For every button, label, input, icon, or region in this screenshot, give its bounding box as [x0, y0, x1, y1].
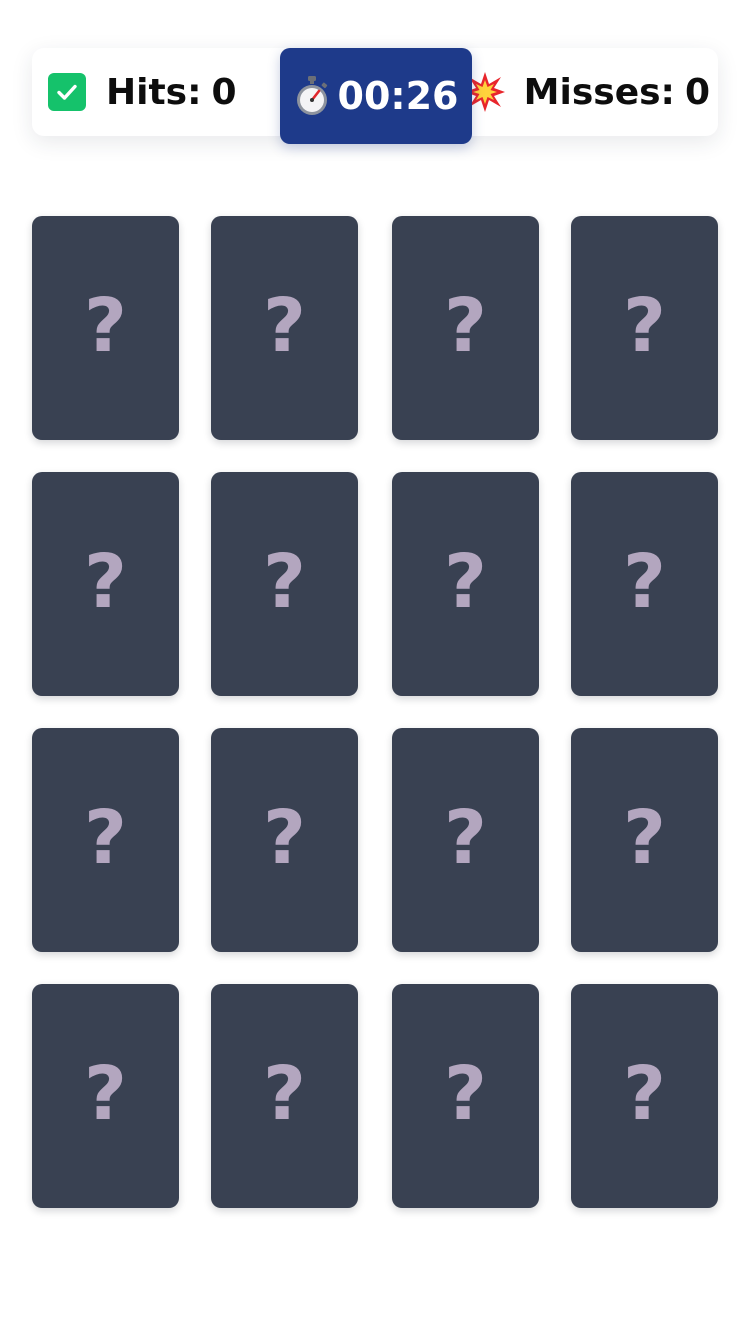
misses-counter: Misses: 0 [464, 48, 710, 136]
memory-card[interactable]: ? [392, 728, 539, 952]
memory-card[interactable]: ? [32, 728, 179, 952]
memory-card[interactable]: ? [392, 472, 539, 696]
question-mark-icon: ? [444, 283, 487, 369]
countdown-timer: 00:26 [280, 48, 472, 144]
memory-card[interactable]: ? [571, 984, 718, 1208]
question-mark-icon: ? [84, 795, 127, 881]
question-mark-icon: ? [84, 283, 127, 369]
question-mark-icon: ? [444, 795, 487, 881]
timer-value: 00:26 [337, 74, 459, 118]
question-mark-icon: ? [623, 1051, 666, 1137]
memory-card[interactable]: ? [571, 216, 718, 440]
question-mark-icon: ? [623, 283, 666, 369]
misses-value: 0 [684, 71, 710, 113]
memory-card[interactable]: ? [211, 472, 358, 696]
memory-card[interactable]: ? [392, 984, 539, 1208]
stopwatch-icon [294, 76, 330, 116]
memory-card[interactable]: ? [571, 728, 718, 952]
memory-card[interactable]: ? [392, 216, 539, 440]
question-mark-icon: ? [623, 795, 666, 881]
check-icon [48, 73, 86, 111]
question-mark-icon: ? [444, 539, 487, 625]
question-mark-icon: ? [263, 795, 306, 881]
hits-counter: Hits: 0 [48, 48, 237, 136]
question-mark-icon: ? [263, 539, 306, 625]
memory-card[interactable]: ? [571, 472, 718, 696]
question-mark-icon: ? [263, 1051, 306, 1137]
question-mark-icon: ? [84, 1051, 127, 1137]
question-mark-icon: ? [263, 283, 306, 369]
question-mark-icon: ? [444, 1051, 487, 1137]
memory-card[interactable]: ? [211, 984, 358, 1208]
memory-card[interactable]: ? [32, 984, 179, 1208]
memory-card[interactable]: ? [32, 216, 179, 440]
memory-card[interactable]: ? [211, 728, 358, 952]
question-mark-icon: ? [84, 539, 127, 625]
hits-value: 0 [211, 71, 237, 113]
misses-label: Misses: [523, 71, 675, 113]
hits-label: Hits: [106, 71, 202, 113]
memory-card[interactable]: ? [32, 472, 179, 696]
question-mark-icon: ? [623, 539, 666, 625]
memory-card[interactable]: ? [211, 216, 358, 440]
